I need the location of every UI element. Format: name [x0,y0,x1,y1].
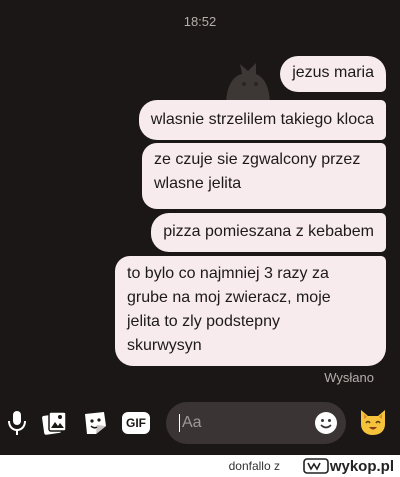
watermark-footer: donfallo z wykop.pl [0,455,400,477]
sticker-icon[interactable] [82,410,108,436]
text-cursor [179,414,180,432]
message-text: ze czuje sie zgwalcony przez wlasne jeli… [154,151,361,192]
gif-label: GIF [126,416,146,430]
gif-icon[interactable]: GIF [122,412,150,434]
message-input[interactable]: Aa [166,402,346,444]
message-input-placeholder: Aa [182,414,202,431]
message-bubble[interactable]: wlasnie strzelilem takiego kloca [138,100,386,140]
message-bubble[interactable]: pizza pomieszana z kebabem [151,213,386,252]
cat-emoji-icon[interactable] [358,408,388,436]
author-separator: z [274,459,280,473]
message-text: to bylo co najmniej 3 razy za grube na m… [127,265,331,354]
watermark-author: donfallo z [229,459,280,473]
gallery-icon[interactable] [42,410,68,436]
message-bubble[interactable]: ze czuje sie zgwalcony przez wlasne jeli… [142,143,386,209]
chat-window: 18:52 jezus maria wlasnie strzelilem tak… [0,0,400,455]
microphone-icon[interactable] [6,410,28,436]
wykop-logo: wykop.pl [303,457,394,475]
background-cat-silhouette [226,63,270,106]
delivery-status: Wysłano [324,370,374,385]
message-text: wlasnie strzelilem takiego kloca [150,111,374,128]
message-text: jezus maria [292,64,374,81]
message-composer: GIF Aa [0,398,400,450]
wykop-logo-text: wykop.pl [329,457,394,475]
emoji-icon[interactable] [314,411,338,435]
message-bubble[interactable]: jezus maria [280,56,386,92]
wykop-logo-icon [303,458,329,474]
message-timestamp: 18:52 [183,14,217,29]
author-name: donfallo [228,459,271,473]
message-bubble[interactable]: to bylo co najmniej 3 razy za grube na m… [115,256,386,366]
message-text: pizza pomieszana z kebabem [163,223,374,240]
